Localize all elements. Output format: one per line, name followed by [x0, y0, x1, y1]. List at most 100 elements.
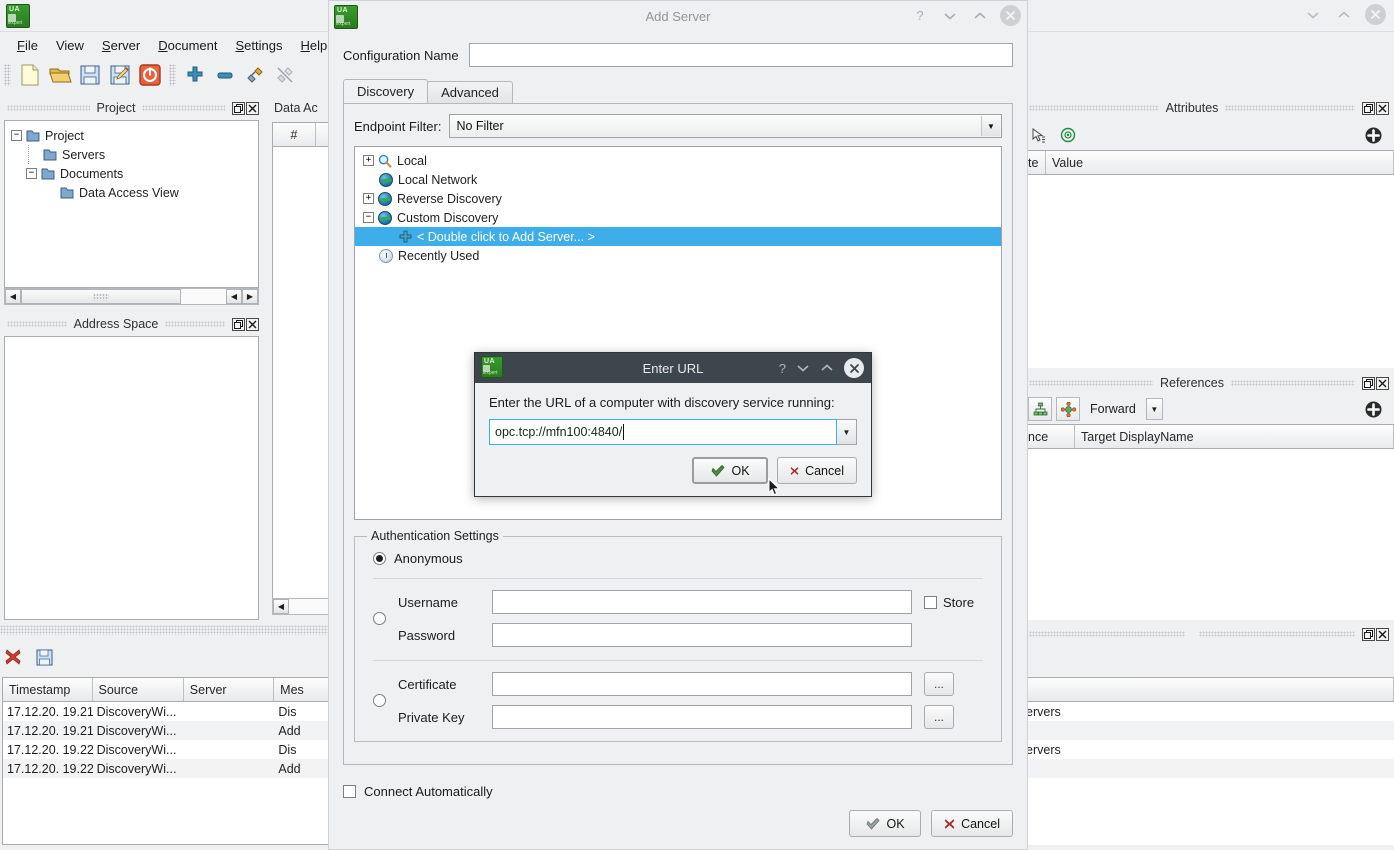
references-close-icon[interactable]: [1376, 377, 1389, 390]
tab-discovery[interactable]: Discovery: [343, 79, 428, 103]
ok-button[interactable]: OK: [849, 810, 921, 837]
project-close-icon[interactable]: [246, 102, 259, 115]
refresh-target-icon[interactable]: [1060, 127, 1076, 143]
custom-discovery-expander-icon[interactable]: −: [363, 212, 374, 223]
discovery-item-local[interactable]: + Local: [355, 151, 1001, 170]
private-key-input[interactable]: [492, 705, 912, 729]
save-icon[interactable]: [75, 60, 105, 90]
menu-server[interactable]: Server: [93, 35, 149, 56]
certificate-input[interactable]: [492, 672, 912, 696]
tab-advanced[interactable]: Advanced: [427, 81, 513, 103]
project-tree[interactable]: − Project Servers − Documents: [4, 120, 259, 288]
table-row[interactable]: ervers: [1022, 702, 1394, 721]
private-key-browse-button[interactable]: ...: [924, 705, 954, 729]
password-input[interactable]: [492, 623, 912, 647]
table-row[interactable]: 17.12.20. 19.21 DiscoveryWi... Add: [3, 721, 329, 740]
log-table[interactable]: Timestamp Source Server Mes 17.12.20. 19…: [2, 677, 330, 845]
configuration-name-input[interactable]: [469, 43, 1013, 67]
maximize-icon[interactable]: [820, 363, 834, 373]
menu-document[interactable]: Document: [149, 35, 226, 56]
help-icon[interactable]: ?: [779, 362, 786, 375]
table-row[interactable]: 17.12.20. 19.22 DiscoveryWi... Add: [3, 759, 329, 778]
table-row[interactable]: 17.12.20. 19.22 DiscoveryWi... Dis: [3, 740, 329, 759]
address-space-close-icon[interactable]: [246, 318, 259, 331]
discovery-item-local-network[interactable]: Local Network: [355, 170, 1001, 189]
help-icon[interactable]: ?: [910, 6, 930, 26]
nodes-icon[interactable]: [1056, 397, 1080, 421]
table-row[interactable]: 17.12.20. 19.21 DiscoveryWi... Dis: [3, 702, 329, 721]
url-combobox[interactable]: opc.tcp://mfn100:4840/ ▼: [489, 419, 857, 445]
chevron-down-icon[interactable]: ▼: [981, 116, 1000, 136]
chevron-down-icon[interactable]: ▼: [837, 419, 857, 445]
username-input[interactable]: [492, 590, 912, 614]
tree-item-servers[interactable]: Servers: [5, 145, 258, 164]
maximize-icon[interactable]: [970, 6, 990, 26]
references-float-icon[interactable]: [1362, 377, 1375, 390]
log-panel-grip[interactable]: [0, 625, 330, 635]
certificate-browse-button[interactable]: ...: [924, 672, 954, 696]
url-input[interactable]: opc.tcp://mfn100:4840/: [489, 419, 837, 445]
table-row[interactable]: ervers: [1022, 740, 1394, 759]
minimize-icon[interactable]: [1303, 5, 1323, 25]
scroll-right-icon[interactable]: ▶: [242, 289, 258, 304]
connect-automatically-checkbox[interactable]: [343, 785, 356, 798]
tree-item-documents[interactable]: − Documents: [5, 164, 258, 183]
remove-icon[interactable]: [210, 60, 240, 90]
toolbar-grip[interactable]: [4, 64, 11, 86]
address-space-tree[interactable]: [4, 336, 259, 620]
chevron-down-icon[interactable]: ▼: [1146, 398, 1163, 420]
project-expander-icon[interactable]: −: [11, 130, 22, 141]
endpoint-filter-combobox[interactable]: No Filter ▼: [449, 114, 1002, 138]
scroll-left-icon-2[interactable]: ◀: [226, 289, 242, 304]
scroll-track[interactable]: [289, 599, 329, 614]
discovery-item-reverse-discovery[interactable]: + Reverse Discovery: [355, 189, 1001, 208]
close-icon[interactable]: [1000, 5, 1021, 26]
column-header-number[interactable]: #: [273, 123, 316, 146]
close-icon[interactable]: [1365, 4, 1386, 25]
pointer-icon[interactable]: [1030, 127, 1046, 143]
menu-view[interactable]: View: [47, 35, 93, 56]
column-header-message[interactable]: Mes: [274, 678, 329, 701]
username-password-radio[interactable]: [373, 612, 386, 625]
store-checkbox-row[interactable]: Store: [924, 595, 974, 610]
data-access-hscrollbar[interactable]: ◀: [272, 598, 330, 615]
hierarchy-icon[interactable]: [1028, 397, 1052, 421]
new-document-icon[interactable]: [15, 60, 45, 90]
scroll-left-icon[interactable]: ◀: [5, 289, 21, 304]
cancel-button[interactable]: Cancel: [931, 810, 1013, 837]
add-circle-icon[interactable]: [1365, 401, 1382, 418]
column-header-timestamp[interactable]: Timestamp: [3, 678, 93, 701]
maximize-icon[interactable]: [1334, 5, 1354, 25]
column-header-server[interactable]: Server: [184, 678, 274, 701]
power-icon[interactable]: [135, 60, 165, 90]
column-header-value[interactable]: Value: [1046, 151, 1394, 174]
right-bottom-table[interactable]: ervers ervers: [1022, 677, 1394, 845]
column-header-target-displayname[interactable]: Target DisplayName: [1075, 425, 1394, 448]
minimize-icon[interactable]: [796, 363, 810, 373]
address-space-float-icon[interactable]: [232, 318, 245, 331]
close-icon[interactable]: [844, 358, 864, 378]
minimize-icon[interactable]: [940, 6, 960, 26]
anonymous-radio[interactable]: [373, 552, 386, 565]
clear-log-icon[interactable]: [4, 648, 22, 666]
scroll-left-icon[interactable]: ◀: [273, 599, 289, 614]
scroll-thumb[interactable]: [21, 289, 181, 304]
discovery-item-recently-used[interactable]: Recently Used: [355, 246, 1001, 265]
right-bottom-close-icon[interactable]: [1376, 628, 1389, 641]
discovery-item-add-server[interactable]: < Double click to Add Server... >: [355, 227, 1001, 246]
scroll-track[interactable]: [21, 289, 226, 304]
connect-automatically-row[interactable]: Connect Automatically: [343, 784, 1027, 799]
add-icon[interactable]: [180, 60, 210, 90]
column-header-blank[interactable]: [1022, 678, 1394, 701]
reference-direction-value[interactable]: Forward: [1084, 397, 1142, 421]
disconnect-icon[interactable]: [270, 60, 300, 90]
column-header-source[interactable]: Source: [93, 678, 184, 701]
ok-button[interactable]: OK: [692, 457, 768, 484]
connect-icon[interactable]: [240, 60, 270, 90]
add-circle-icon[interactable]: [1365, 127, 1382, 144]
reverse-discovery-expander-icon[interactable]: +: [363, 193, 374, 204]
certificate-radio[interactable]: [373, 694, 386, 707]
store-checkbox[interactable]: [924, 596, 937, 609]
table-row[interactable]: [1022, 721, 1394, 740]
attributes-close-icon[interactable]: [1376, 102, 1389, 115]
